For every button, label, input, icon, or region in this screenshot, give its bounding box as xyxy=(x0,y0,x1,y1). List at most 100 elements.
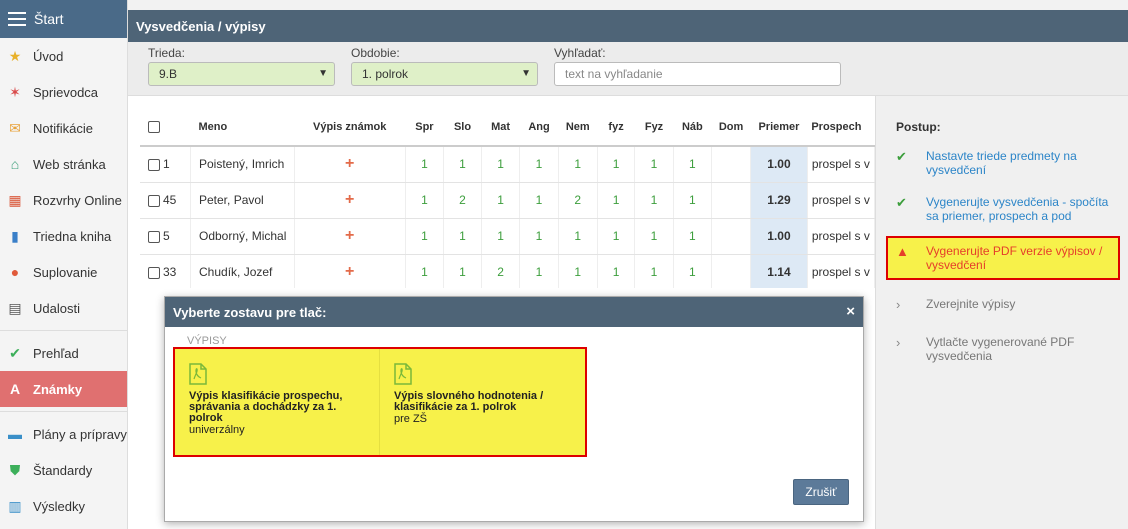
sidebar-item-1[interactable]: ✶ Sprievodca xyxy=(0,74,127,110)
step-generate-pdf[interactable]: ▲ Vygenerujte PDF verzie výpisov / vysve… xyxy=(886,236,1120,280)
step-print[interactable]: › Vytlačte vygenerované PDF vysvedčenia xyxy=(896,335,1124,363)
sidebar-item-label: Udalosti xyxy=(33,300,80,316)
column-header[interactable]: Spr xyxy=(405,108,444,147)
result-cell: prospel s v xyxy=(807,218,875,255)
grade-cell: 1 xyxy=(519,146,559,183)
sidebar-item-label: Suplovanie xyxy=(33,264,98,280)
report-option-grades[interactable]: Výpis klasifikácie prospechu, správania … xyxy=(175,349,380,455)
step-text: Zverejnite výpisy xyxy=(926,297,1016,311)
sidebar-item-label: Rozvrhy Online xyxy=(33,192,122,208)
column-header[interactable]: Náb xyxy=(673,108,712,147)
sidebar-item-8[interactable]: ✔ Prehľad xyxy=(0,335,127,371)
step-generate-certificates[interactable]: ✔ Vygenerujte vysvedčenia - spočíta sa p… xyxy=(896,195,1124,223)
steps-panel: Postup: ✔ Nastavte triede predmety na vy… xyxy=(875,96,1128,529)
period-select[interactable]: 1. polrok ▼ xyxy=(351,62,538,86)
average-cell: 1.00 xyxy=(750,146,808,183)
row-select-cell: 5 xyxy=(140,218,191,255)
table-row[interactable]: 1 Poistený, Imrich +1 1 1 1 1 1 1 1 1.00 prospel s … xyxy=(140,146,875,183)
briefcase-icon: ▬ xyxy=(8,426,22,442)
grade-cell: 2 xyxy=(481,254,521,288)
sidebar-item-6[interactable]: ● Suplovanie xyxy=(0,254,127,290)
students-table: Meno Výpis známok Spr Slo Mat Ang Nem fyz Fyz Náb… xyxy=(140,108,875,288)
sidebar-item-3[interactable]: ⌂ Web stránka xyxy=(0,146,127,182)
grade-cell: 1 xyxy=(405,218,445,255)
column-header[interactable]: Nem xyxy=(558,108,598,147)
row-select-cell: 1 xyxy=(140,146,191,183)
table-row[interactable]: 33 Chudík, Jozef +1 1 2 1 1 1 1 1 1.14 prospel s v xyxy=(140,254,875,288)
header-checkbox-cell xyxy=(140,108,191,147)
column-header[interactable]: Výpis známok xyxy=(294,108,406,147)
sidebar-item-label: Web stránka xyxy=(33,156,106,172)
grade-cell: 1 xyxy=(558,218,598,255)
student-name: Peter, Pavol xyxy=(190,182,295,219)
grade-cell: 1 xyxy=(443,146,482,183)
sidebar-item-7[interactable]: ▤ Udalosti xyxy=(0,290,127,326)
average-cell: 1.14 xyxy=(750,254,808,288)
sidebar-item-4[interactable]: ▦ Rozvrhy Online xyxy=(0,182,127,218)
column-header[interactable]: Mat xyxy=(481,108,520,147)
sidebar-item-10[interactable]: ▬ Plány a prípravy xyxy=(0,416,127,452)
grade-cell: 1 xyxy=(519,182,559,219)
envelope-icon: ✉ xyxy=(9,119,21,136)
step-text: Vygenerujte PDF verzie výpisov / vysvedč… xyxy=(926,244,1103,272)
book-icon: ▮ xyxy=(11,227,19,244)
sidebar-item-12[interactable]: ▥ Výsledky xyxy=(0,488,127,524)
grade-cell: 1 xyxy=(558,254,598,288)
column-header[interactable]: Meno xyxy=(190,108,294,147)
table-row[interactable]: 45 Peter, Pavol +1 2 1 1 2 1 1 1 1.29 prospel s v xyxy=(140,182,875,219)
sidebar-start-label: Štart xyxy=(34,11,64,27)
grade-cell: 1 xyxy=(405,182,445,219)
step-publish[interactable]: › Zverejnite výpisy xyxy=(896,297,1124,312)
check-icon: ✔ xyxy=(896,149,907,164)
grade-cell: 1 xyxy=(597,146,636,183)
chevron-right-icon: › xyxy=(896,335,901,350)
sidebar-item-9[interactable]: A Známky xyxy=(0,371,127,407)
report-subtitle: pre ZŠ xyxy=(394,413,428,425)
home-icon: ⌂ xyxy=(10,156,20,172)
report-option-verbal[interactable]: Výpis slovného hodnotenia / klasifikácie… xyxy=(380,349,585,455)
column-header[interactable]: Prospech xyxy=(807,108,875,147)
step-set-subjects[interactable]: ✔ Nastavte triede predmety na vysvedčení xyxy=(896,149,1124,177)
sidebar-item-label: Štandardy xyxy=(33,462,93,478)
sidebar-item-2[interactable]: ✉ Notifikácie xyxy=(0,110,127,146)
cancel-button[interactable]: Zrušiť xyxy=(793,479,849,505)
grade-cell: 1 xyxy=(481,182,521,219)
row-checkbox[interactable] xyxy=(148,266,160,279)
table-row[interactable]: 5 Odborný, Michal +1 1 1 1 1 1 1 1 1.00 prospel s v xyxy=(140,218,875,255)
hamburger-menu-icon[interactable] xyxy=(8,12,26,26)
row-select-cell: 33 xyxy=(140,254,191,288)
column-header[interactable]: Dom xyxy=(711,108,751,147)
sidebar-item-0[interactable]: ★ Úvod xyxy=(0,38,127,74)
column-header[interactable]: Fyz xyxy=(634,108,674,147)
grade-cell: 1 xyxy=(597,182,636,219)
search-placeholder: text na vyhľadanie xyxy=(565,67,663,81)
print-report-dialog: Vyberte zostavu pre tlač: × VÝPISY Výpis… xyxy=(164,296,864,522)
steps-title: Postup: xyxy=(896,120,941,134)
column-header[interactable]: Slo xyxy=(443,108,482,147)
sidebar-item-5[interactable]: ▮ Triedna kniha xyxy=(0,218,127,254)
add-grade-icon[interactable]: + xyxy=(294,218,406,255)
add-grade-icon[interactable]: + xyxy=(294,254,406,288)
check-circle-icon: ✔ xyxy=(9,344,21,361)
chevron-down-icon: ▼ xyxy=(521,68,531,79)
user-icon: ● xyxy=(10,264,20,280)
column-header[interactable]: fyz xyxy=(597,108,635,147)
row-checkbox[interactable] xyxy=(148,159,160,172)
add-grade-icon[interactable]: + xyxy=(294,182,406,219)
sidebar-item-label: Plány a prípravy xyxy=(33,426,127,442)
sidebar-item-11[interactable]: ⛊ Štandardy xyxy=(0,452,127,488)
sidebar-header[interactable]: Štart xyxy=(0,0,127,38)
warning-icon: ▲ xyxy=(896,244,909,259)
class-select[interactable]: 9.B ▼ xyxy=(148,62,335,86)
select-all-checkbox[interactable] xyxy=(148,120,160,133)
add-grade-icon[interactable]: + xyxy=(294,146,406,183)
grid-icon: ▦ xyxy=(8,191,22,208)
close-icon[interactable]: × xyxy=(846,303,855,320)
row-checkbox[interactable] xyxy=(148,194,160,207)
shield-icon: ⛊ xyxy=(9,461,21,478)
grade-cell xyxy=(711,146,752,183)
search-input[interactable]: text na vyhľadanie xyxy=(554,62,841,86)
row-checkbox[interactable] xyxy=(148,230,160,243)
column-header[interactable]: Priemer xyxy=(750,108,808,147)
column-header[interactable]: Ang xyxy=(519,108,559,147)
